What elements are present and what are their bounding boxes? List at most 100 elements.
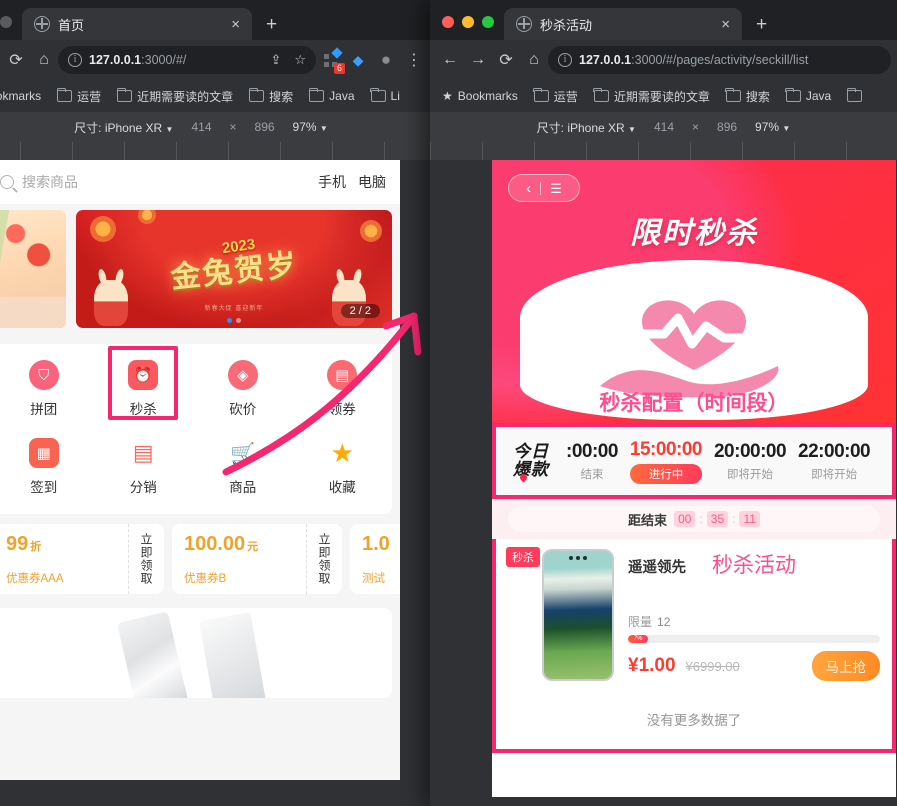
bookmark-item[interactable]: 近期需要读的文章 <box>111 86 239 107</box>
right-device-width[interactable]: 414 <box>654 120 674 134</box>
hero-nav-capsule[interactable]: ‹ ☰ <box>508 174 580 202</box>
decor-rabbit-icon <box>332 280 366 326</box>
minimize-window-button[interactable] <box>462 16 474 28</box>
buy-now-button[interactable]: 马上抢 <box>811 651 880 681</box>
seckill-alarm-icon: ⏰ <box>128 360 159 390</box>
home-icon[interactable]: ⌂ <box>30 46 58 74</box>
profile-avatar[interactable]: ● <box>372 46 400 74</box>
bookmark-item[interactable]: ★okmarks <box>0 87 47 105</box>
coupon-claim-button[interactable]: 立即领取 <box>306 524 342 594</box>
reload-icon[interactable]: ⟳ <box>2 46 30 74</box>
right-window-traffic-lights[interactable] <box>430 16 504 40</box>
quick-entry-cart[interactable]: 🛒 商品 <box>193 438 293 496</box>
folder-icon <box>116 87 133 102</box>
time-slot[interactable]: 22:00:00 即将开始 <box>792 441 876 482</box>
banner-main-image[interactable]: 金兔贺岁 2023 新春大促 喜迎新年 2 / 2 <box>76 210 392 328</box>
close-window-button[interactable] <box>442 16 454 28</box>
bookmark-item[interactable] <box>841 87 873 104</box>
menu-more-icon[interactable]: ⋮ <box>400 46 428 74</box>
tab-close-icon[interactable]: × <box>227 15 244 34</box>
bookmark-label: 近期需要读的文章 <box>137 89 234 104</box>
left-device-zoom[interactable]: 97% ▼ <box>293 120 328 134</box>
bookmark-label: 搜索 <box>269 89 294 104</box>
back-chevron-icon[interactable]: ‹ <box>526 181 531 196</box>
maximize-window-button[interactable] <box>482 16 494 28</box>
bookmark-item[interactable]: Li <box>365 87 406 105</box>
left-device-ruler <box>0 142 434 160</box>
left-address-bar[interactable]: i 127.0.0.1:3000/#/ ⇪ ☆ <box>58 46 316 74</box>
left-navbar: → ⟳ ⌂ i 127.0.0.1:3000/#/ ⇪ ☆ 6 ◆ ● ⋮ <box>0 40 434 80</box>
banner-side-image[interactable] <box>0 210 66 328</box>
quick-entry-group-buy[interactable]: ⛉ 拼团 <box>0 360 94 418</box>
product-thumbnail[interactable] <box>116 611 190 698</box>
coupon-card[interactable]: 1.0 测试 <box>350 524 400 594</box>
coupon-unit: 元 <box>247 541 259 553</box>
left-device-width[interactable]: 414 <box>191 120 211 134</box>
forward-icon[interactable]: → <box>464 46 492 74</box>
new-tab-button[interactable]: + <box>742 15 779 40</box>
coupon-card[interactable]: 99 折优惠券AAA 立即领取 <box>0 524 164 594</box>
quick-entry-star[interactable]: ★ 收藏 <box>293 438 393 496</box>
new-tab-button[interactable]: + <box>252 15 289 40</box>
right-mobile-viewport: ‹ ☰ 限时秒杀 秒杀配置（时间段） 今日 爆款 :00:00 结束 15:00… <box>492 160 896 797</box>
time-slot[interactable]: 20:00:00 即将开始 <box>708 441 792 482</box>
search-input[interactable]: 搜索商品 <box>0 172 308 192</box>
tab-close-icon[interactable]: × <box>717 15 734 34</box>
hamburger-icon[interactable]: ☰ <box>550 182 562 195</box>
site-info-icon[interactable]: i <box>68 53 82 67</box>
quick-entry-distribution[interactable]: ▤ 分销 <box>94 438 194 496</box>
banner-pager: 2 / 2 <box>340 304 380 318</box>
folder-icon <box>846 87 863 102</box>
bookmark-item[interactable]: 运营 <box>51 86 107 107</box>
left-device-height[interactable]: 896 <box>255 120 275 134</box>
time-slot[interactable]: 15:00:00 进行中 <box>624 439 708 484</box>
folder-icon <box>370 87 386 102</box>
right-browser-tab[interactable]: 秒杀活动 × <box>504 8 742 40</box>
left-window-traffic-lights[interactable] <box>0 16 22 40</box>
reload-icon[interactable]: ⟳ <box>492 46 520 74</box>
coupon-amount: 100.00 元 <box>184 533 259 555</box>
product-strip[interactable] <box>0 608 392 698</box>
folder-icon <box>56 87 73 102</box>
share-icon[interactable]: ⇪ <box>264 52 281 68</box>
minimize-window-button[interactable] <box>0 16 12 28</box>
bookmark-item[interactable]: Java <box>780 87 837 105</box>
right-device-times: × <box>692 120 700 134</box>
bookmark-item[interactable]: 搜索 <box>720 86 776 107</box>
right-device-height[interactable]: 896 <box>717 120 737 134</box>
bookmark-star-icon[interactable]: ☆ <box>288 52 306 68</box>
bookmark-item[interactable]: Java <box>303 87 360 105</box>
home-icon[interactable]: ⌂ <box>520 46 548 74</box>
search-icon <box>0 175 14 189</box>
extensions-icon[interactable]: 6 <box>316 46 345 74</box>
bookmark-item[interactable]: 近期需要读的文章 <box>588 86 716 107</box>
quick-entry-coupon[interactable]: ▤ 领券 <box>293 360 393 418</box>
bookmark-label: Java <box>805 89 832 103</box>
banner-dot-nav[interactable] <box>227 318 241 323</box>
left-browser-tab[interactable]: 首页 × <box>22 8 252 40</box>
hotword-item[interactable]: 手机 <box>318 172 346 192</box>
seckill-product-card[interactable]: 秒杀 遥遥领先 秒杀活动 限量 12 7% ¥1.00 ¥6999.00 马上抢 <box>496 539 892 693</box>
coupon-card[interactable]: 100.00 元优惠券B 立即领取 <box>172 524 342 594</box>
quick-entry-checkin[interactable]: ▦ 签到 <box>0 438 94 496</box>
bookmark-item[interactable]: 运营 <box>528 86 584 107</box>
time-slot-status: 结束 <box>580 468 604 481</box>
time-slot-time: 20:00:00 <box>713 440 787 462</box>
product-image[interactable] <box>542 549 614 681</box>
back-icon[interactable]: ← <box>436 46 464 74</box>
banner-carousel[interactable]: 金兔贺岁 2023 新春大促 喜迎新年 2 / 2 <box>0 204 400 334</box>
hotword-item[interactable]: 电脑 <box>358 172 386 192</box>
bookmark-item[interactable]: 搜索 <box>243 86 299 107</box>
time-slot[interactable]: :00:00 结束 <box>560 441 624 482</box>
diamond-extension-icon[interactable]: ◆ <box>344 46 372 74</box>
quick-entry-label: 秒杀 <box>129 402 157 417</box>
site-info-icon[interactable]: i <box>558 53 572 67</box>
right-address-bar[interactable]: i 127.0.0.1:3000/#/pages/activity/seckil… <box>548 46 891 74</box>
bookmark-label: Bookmarks <box>457 89 518 103</box>
bookmark-item[interactable]: ★ Bookmarks <box>436 87 524 105</box>
right-device-zoom[interactable]: 97% ▼ <box>755 120 790 134</box>
quick-entry-bargain-tag[interactable]: ◈ 砍价 <box>193 360 293 418</box>
quick-entry-seckill-alarm[interactable]: ⏰ 秒杀 <box>94 346 194 420</box>
coupon-claim-button[interactable]: 立即领取 <box>128 524 164 594</box>
product-thumbnail[interactable] <box>199 612 267 698</box>
